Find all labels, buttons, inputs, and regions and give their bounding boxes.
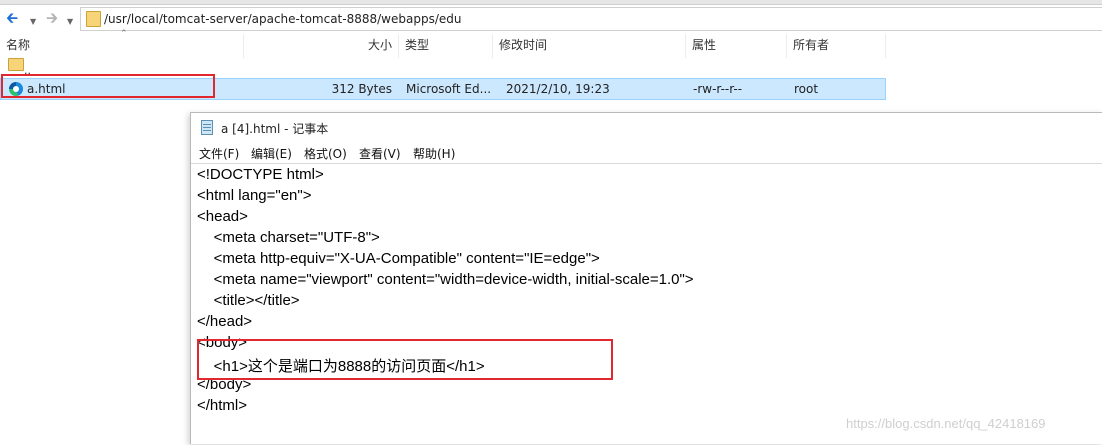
file-modified: 2021/2/10, 19:23 xyxy=(506,82,610,96)
code-line: <head> xyxy=(197,208,248,225)
notepad-title: a [4].html - 记事本 xyxy=(221,122,329,136)
column-header-size[interactable]: 大小 xyxy=(244,34,399,58)
code-line: </html> xyxy=(197,397,248,414)
file-size: 312 Bytes xyxy=(331,82,392,96)
column-header-type[interactable]: 类型 xyxy=(399,34,493,58)
watermark: https://blog.csdn.net/qq_42418169 xyxy=(846,416,1046,431)
column-header-row: 名称 大小 类型 修改时间 属性 所有者 xyxy=(0,34,886,58)
menu-view[interactable]: 查看(V) xyxy=(359,145,401,162)
code-line: </head> xyxy=(197,313,253,330)
code-line: <meta http-equiv="X-UA-Compatible" conte… xyxy=(197,250,600,267)
address-bar: 🡰 ▼ 🡲 ▼ /usr/local/tomcat-server/apache-… xyxy=(0,6,1102,32)
column-header-modified[interactable]: 修改时间 xyxy=(493,34,686,58)
code-line: <meta name="viewport" content="width=dev… xyxy=(197,271,694,288)
column-header-name[interactable]: 名称 xyxy=(0,34,244,58)
back-dropdown-icon[interactable]: ▼ xyxy=(30,14,36,30)
notepad-menubar: 文件(F) 编辑(E) 格式(O) 查看(V) 帮助(H) xyxy=(191,143,1102,163)
back-arrow-icon[interactable]: 🡰 xyxy=(6,10,18,26)
h1-highlight-box xyxy=(197,339,613,380)
parent-folder-icon xyxy=(8,58,24,71)
column-header-attributes[interactable]: 属性 xyxy=(686,34,787,58)
forward-dropdown-icon[interactable]: ▼ xyxy=(67,14,73,30)
file-highlight-box xyxy=(1,74,215,98)
code-line: <meta charset="UTF-8"> xyxy=(197,229,380,246)
menu-format[interactable]: 格式(O) xyxy=(304,145,347,162)
menu-edit[interactable]: 编辑(E) xyxy=(251,145,292,162)
notepad-icon xyxy=(201,120,213,135)
forward-arrow-icon[interactable]: 🡲 xyxy=(46,10,58,26)
window-top-edge xyxy=(0,0,1102,5)
code-line: <title></title> xyxy=(197,292,300,309)
menu-file[interactable]: 文件(F) xyxy=(199,145,239,162)
notepad-window: a [4].html - 记事本 文件(F) 编辑(E) 格式(O) 查看(V)… xyxy=(190,112,1102,444)
notepad-titlebar[interactable]: a [4].html - 记事本 xyxy=(191,113,1102,143)
file-type: Microsoft Ed... xyxy=(406,82,492,96)
menu-help[interactable]: 帮助(H) xyxy=(413,145,455,162)
path-text: /usr/local/tomcat-server/apache-tomcat-8… xyxy=(104,12,462,26)
column-header-owner[interactable]: 所有者 xyxy=(787,34,886,58)
file-attributes: -rw-r--r-- xyxy=(693,82,743,96)
code-line: <!DOCTYPE html> xyxy=(197,166,324,183)
notepad-text-area[interactable]: <!DOCTYPE html> <html lang="en"> <head> … xyxy=(191,163,1102,445)
path-input[interactable]: /usr/local/tomcat-server/apache-tomcat-8… xyxy=(80,7,1102,31)
code-line: <html lang="en"> xyxy=(197,187,312,204)
file-owner: root xyxy=(794,82,819,96)
folder-icon xyxy=(86,11,101,27)
